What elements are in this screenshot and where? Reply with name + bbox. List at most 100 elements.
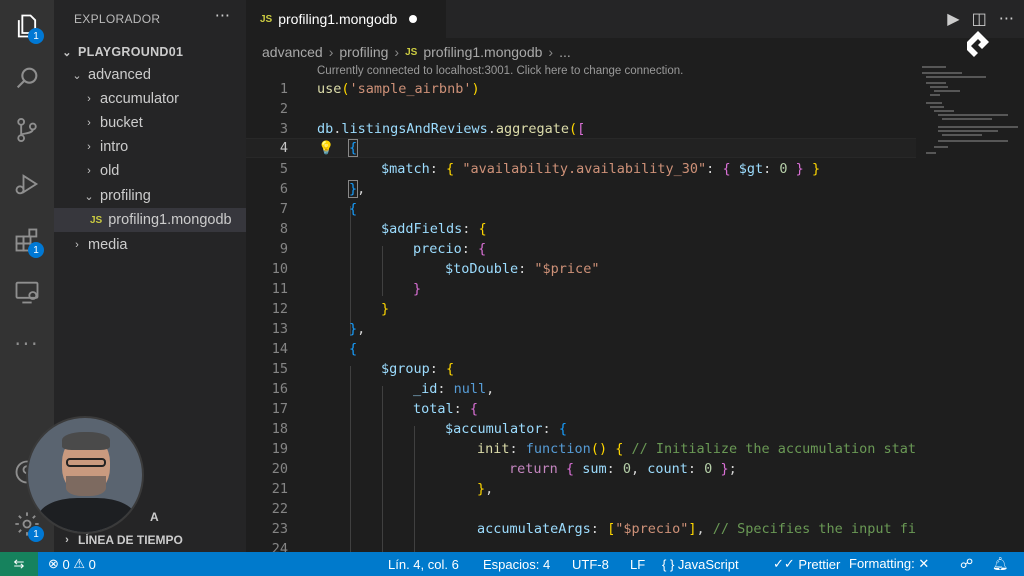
language-status[interactable]: { } JavaScript [662,552,739,576]
warning-count: 0 [88,556,96,572]
js-file-icon: JS [260,13,273,25]
code-line: 9 precio: { [279,241,487,257]
feedback-icon[interactable]: ☍ [960,552,973,576]
js-file-icon: JS [90,214,103,226]
prettier-label: Prettier [798,556,841,572]
error-count: 0 [62,556,70,572]
workspace-folder[interactable]: ⌄ PLAYGROUND01 [54,40,246,64]
breadcrumb-file[interactable]: profiling1.mongodb [423,44,542,60]
chevron-right-icon: › [87,165,91,177]
tree-item-old[interactable]: › old [54,159,246,183]
run-debug-activity[interactable] [0,160,54,208]
tree-item-media[interactable]: › media [54,233,246,257]
warning-icon: ⚠ [73,556,86,571]
code-line: 19 init: function() { // Initialize the a… [271,441,916,457]
code-line: 10 $toDouble: "$price" [271,261,600,277]
code-line: 8 $addFields: { [279,221,487,237]
more-icon: ··· [14,332,40,356]
remote-explorer-icon [15,281,39,304]
explorer-more-icon[interactable]: ··· [215,6,230,25]
code-line: 22 [271,501,288,517]
chevron-down-icon: ⌄ [72,69,82,82]
code-line: 13}, [271,321,366,337]
extensions-activity[interactable]: 1 [0,216,54,264]
notifications-icon[interactable]: 🔔︎ [992,552,1009,576]
remote-explorer-activity[interactable] [0,268,54,316]
chevron-right-icon: › [87,93,91,105]
explorer-title: EXPLORADOR [74,12,161,26]
outline-label: A [150,510,159,524]
indentation-status[interactable]: Espacios: 4 [483,552,550,576]
remote-indicator[interactable]: ⇆ [0,552,38,576]
chevron-right-icon: › [87,141,91,153]
source-control-icon [17,117,37,143]
code-editor[interactable]: Currently connected to localhost:3001. C… [246,62,916,552]
problems-status[interactable]: ⊗ 0 ⚠ 0 [48,552,96,576]
formatting-status[interactable]: Formatting: ✕ [849,552,929,576]
explorer-activity[interactable]: 1 [0,2,54,50]
chevron-down-icon: ⌄ [84,190,94,203]
editor-actions: ▶ ◫ ··· [947,9,1014,28]
js-file-icon: JS [405,46,418,58]
remote-icon: ⇆ [13,556,25,571]
tree-item-advanced[interactable]: ⌄ advanced [54,63,246,87]
tab-label: profiling1.mongodb [278,11,398,27]
tab-bar: JS profiling1.mongodb ▶ ◫ ··· [246,0,1024,38]
tab-profiling1-mongodb[interactable]: JS profiling1.mongodb [246,0,446,38]
webcam-overlay [26,416,144,534]
run-icon[interactable]: ▶ [947,9,959,28]
tree-item-bucket[interactable]: › bucket [54,111,246,135]
timeline-label: LÍNEA DE TIEMPO [78,533,183,547]
tree-item-label: profiling1.mongodb [108,212,232,228]
breadcrumb-symbols[interactable]: ... [559,44,571,60]
tree-item-accumulator[interactable]: › accumulator [54,87,246,111]
run-debug-icon [15,174,39,195]
code-line: 1 use('sample_airbnb') [279,81,480,97]
connection-codelens[interactable]: Currently connected to localhost:3001. C… [317,65,683,77]
prettier-status[interactable]: ✓✓ Prettier [773,552,840,576]
more-activity[interactable]: ··· [0,320,54,368]
code-line: 16 _id: null, [271,381,495,397]
search-icon [16,67,38,89]
eol-status[interactable]: LF [630,552,645,576]
code-line: 17 total: { [271,401,479,417]
minimap[interactable] [916,62,1024,552]
presenter-glasses [66,458,106,467]
language-label: JavaScript [677,556,739,572]
code-line: 23 accumulateArgs: ["$precio"], // Specif… [271,521,916,537]
source-control-activity[interactable] [0,106,54,154]
breadcrumb-profiling[interactable]: profiling [339,44,388,60]
tree-item-label: profiling [100,188,151,204]
tree-item-label: old [100,163,120,179]
check-icon: ✓✓ [773,556,795,571]
code-line-active: 4 💡{ [246,138,916,158]
braces-icon: { } [662,556,675,572]
tree-item-intro[interactable]: › intro [54,135,246,159]
search-activity[interactable] [0,54,54,102]
cursor-position[interactable]: Lín. 4, col. 6 [388,552,459,576]
code-line: 12} [271,301,390,317]
more-actions-icon[interactable]: ··· [999,9,1014,28]
tree-item-profiling[interactable]: ⌄ profiling [54,184,246,208]
split-editor-icon[interactable]: ◫ [972,9,987,28]
workspace-label: PLAYGROUND01 [78,45,184,59]
extensions-badge: 1 [28,242,44,258]
breadcrumb-advanced[interactable]: advanced [262,44,323,60]
code-line: 7{ [279,201,358,217]
presenter-beard [66,476,106,496]
tree-item-label: accumulator [100,91,179,107]
chevron-right-icon: › [394,44,400,60]
code-line: 20 return { sum: 0, count: 0 }; [271,461,737,477]
chevron-right-icon: › [65,534,69,546]
code-line: 18 $accumulator: { [271,421,567,437]
unsaved-dot-icon[interactable] [409,15,418,23]
lightbulb-icon[interactable]: 💡 [318,141,334,156]
tree-item-label: media [88,237,128,253]
platzi-logo [967,31,989,57]
encoding-status[interactable]: UTF-8 [572,552,609,576]
chevron-right-icon: › [328,44,334,60]
tree-item-profiling1-mongodb[interactable]: JS profiling1.mongodb [54,208,246,232]
code-line: 15 $group: { [271,361,455,377]
code-line: 21}, [271,481,494,497]
chevron-right-icon: › [87,117,91,129]
